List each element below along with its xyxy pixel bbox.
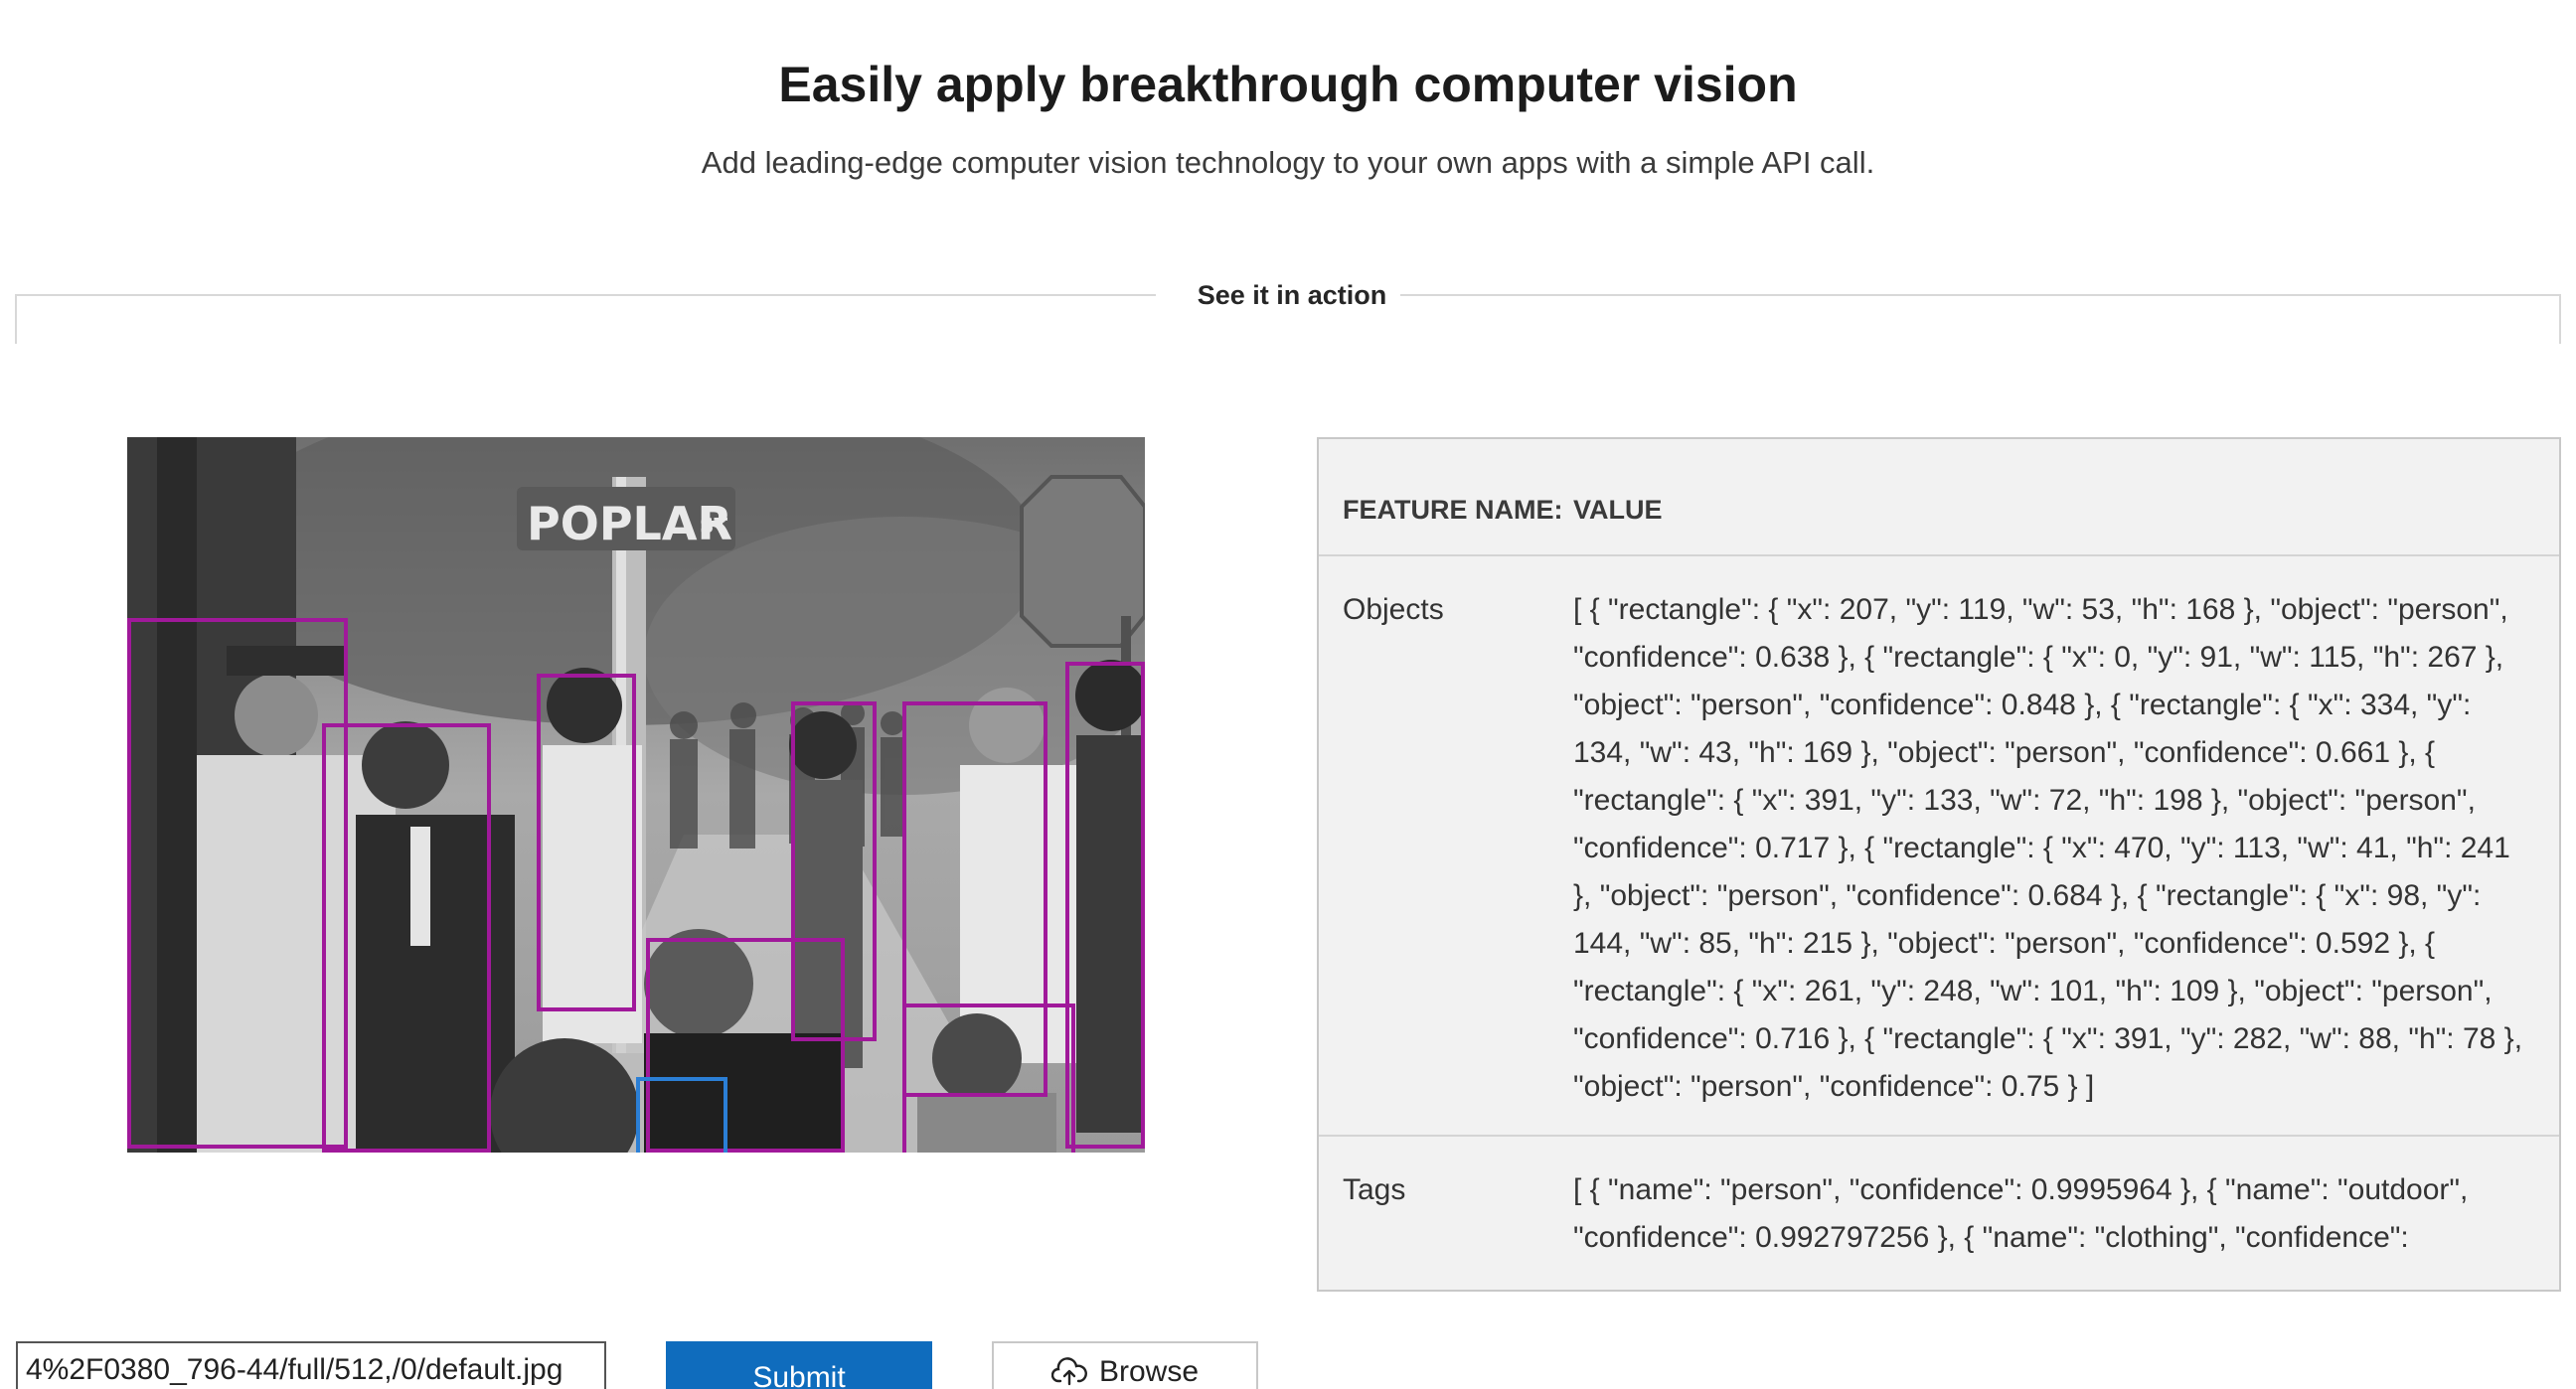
results-row-objects: Objects [ { "rectangle": { "x": 207, "y"…	[1319, 556, 2559, 1137]
photo-illustration: POPLAR ST	[127, 437, 1145, 1153]
section-heading: See it in action	[1188, 280, 1396, 311]
image-url-input[interactable]: 4%2F0380_796-44/full/512,/0/default.jpg	[16, 1341, 606, 1389]
feature-value: [ { "name": "person", "confidence": 0.99…	[1573, 1173, 2469, 1254]
feature-value: [ { "rectangle": { "x": 207, "y": 119, "…	[1573, 593, 2523, 1103]
feature-name: Tags	[1343, 1173, 1406, 1206]
page: Easily apply breakthrough computer visio…	[0, 0, 2576, 1389]
image-url-value: 4%2F0380_796-44/full/512,/0/default.jpg	[26, 1353, 564, 1386]
submit-button[interactable]: Submit	[666, 1341, 932, 1389]
results-header: FEATURE NAME: VALUE	[1319, 439, 2559, 556]
feature-name: Objects	[1343, 593, 1444, 626]
section-divider: See it in action	[15, 280, 2561, 344]
feature-name-header: FEATURE NAME:	[1343, 495, 1563, 525]
results-table[interactable]: FEATURE NAME: VALUE Objects [ { "rectang…	[1317, 437, 2561, 1292]
results-row-tags: Tags [ { "name": "person", "confidence":…	[1319, 1137, 2559, 1286]
cloud-upload-icon	[1050, 1357, 1087, 1386]
divider-line-left	[15, 294, 1156, 344]
divider-line-right	[1400, 294, 2561, 344]
street-sign-suffix: ST	[700, 514, 727, 538]
page-title: Easily apply breakthrough computer visio…	[778, 57, 1798, 112]
browse-button[interactable]: Browse	[992, 1341, 1258, 1389]
page-subtitle: Add leading-edge computer vision technol…	[701, 145, 1875, 180]
value-header: VALUE	[1573, 495, 1663, 525]
demo-photo: POPLAR ST	[127, 437, 1145, 1153]
browse-label: Browse	[1098, 1355, 1200, 1388]
